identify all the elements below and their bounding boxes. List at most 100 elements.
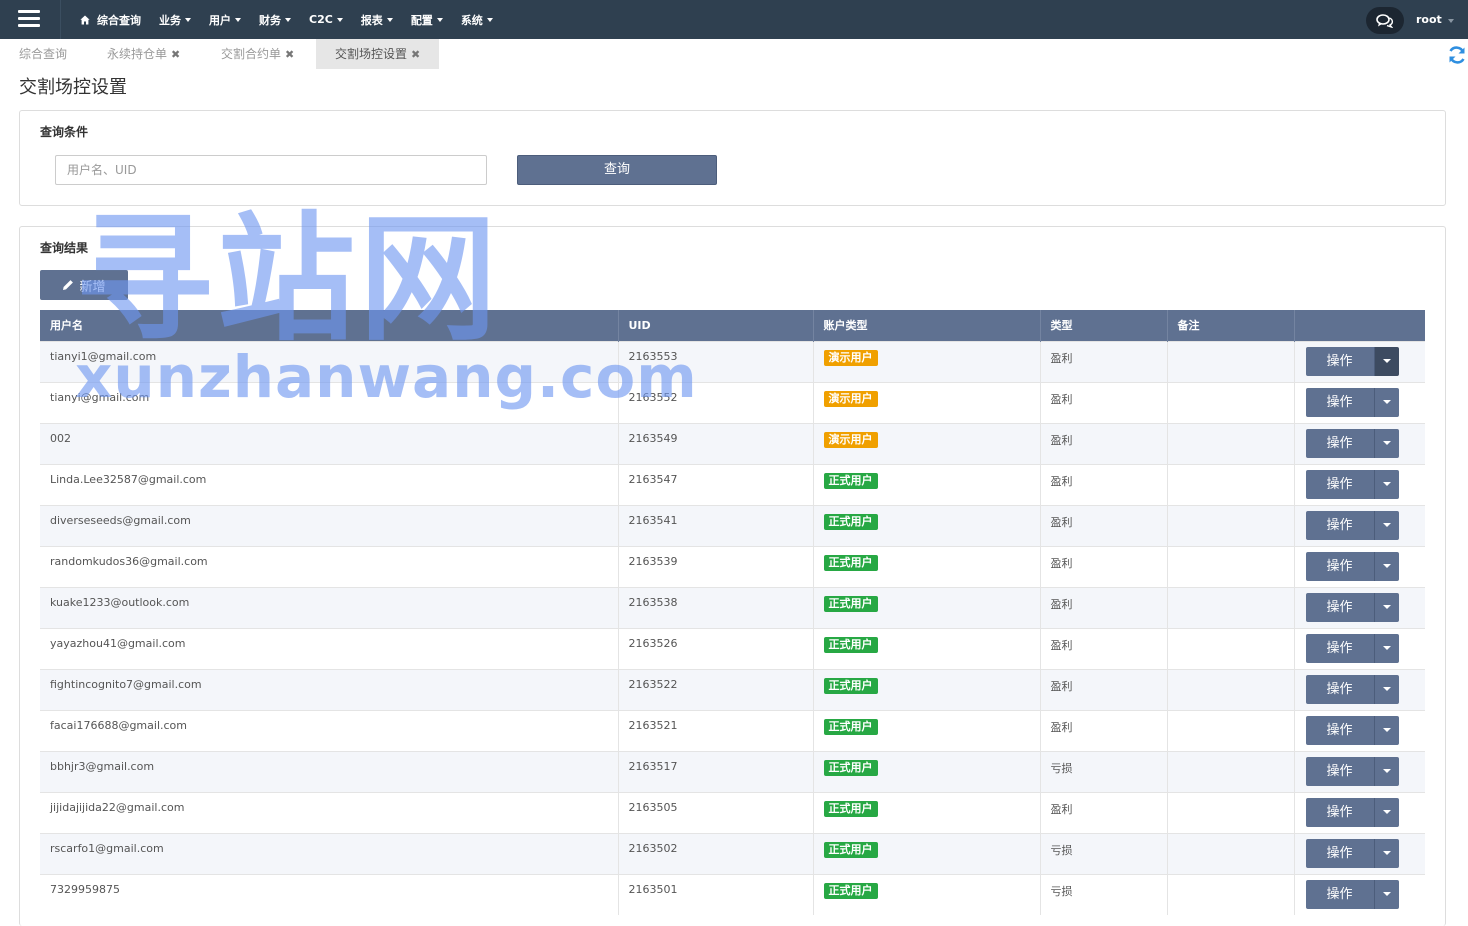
action-dropdown-toggle[interactable] bbox=[1373, 592, 1399, 622]
cell-username: 002 bbox=[40, 422, 619, 464]
close-icon[interactable]: ✖ bbox=[171, 48, 180, 61]
cell-account-type: 正式用户 bbox=[813, 586, 1041, 628]
cell-actions: 操作 bbox=[1294, 422, 1425, 464]
action-button[interactable]: 操作 bbox=[1305, 879, 1374, 909]
chat-button[interactable] bbox=[1366, 7, 1404, 34]
table-row: yayazhou41@gmail.com 2163526 正式用户 盈利 操作 bbox=[40, 627, 1426, 669]
action-button[interactable]: 操作 bbox=[1305, 387, 1374, 417]
action-button[interactable]: 操作 bbox=[1305, 715, 1374, 745]
close-icon[interactable]: ✖ bbox=[285, 48, 294, 61]
action-button[interactable]: 操作 bbox=[1305, 428, 1374, 458]
nav-item-reports[interactable]: 报表 bbox=[361, 12, 393, 28]
account-type-badge: 演示用户 bbox=[823, 390, 878, 407]
cell-actions: 操作 bbox=[1294, 463, 1425, 505]
table-row: diverseseeds@gmail.com 2163541 正式用户 盈利 操作 bbox=[40, 504, 1425, 546]
cell-type: 盈利 bbox=[1040, 504, 1168, 546]
nav-item-config[interactable]: 配置 bbox=[411, 12, 443, 28]
action-button-group: 操作 bbox=[1305, 715, 1426, 745]
tab-perpetual-positions[interactable]: 永续持仓单 ✖ bbox=[107, 39, 180, 69]
action-button[interactable]: 操作 bbox=[1305, 592, 1374, 622]
action-dropdown-toggle[interactable] bbox=[1373, 428, 1399, 458]
action-button[interactable]: 操作 bbox=[1305, 469, 1374, 499]
action-dropdown-toggle[interactable] bbox=[1373, 469, 1399, 499]
refresh-icon[interactable] bbox=[1447, 45, 1467, 65]
account-type-badge: 正式用户 bbox=[823, 472, 878, 489]
cell-note bbox=[1167, 545, 1295, 587]
add-button[interactable]: 新增 bbox=[40, 270, 128, 300]
page-tabs: 综合查询 永续持仓单 ✖ 交割合约单 ✖ 交割场控设置 ✖ bbox=[0, 39, 1468, 69]
cell-username: tianyi1@gmail.com bbox=[40, 340, 619, 382]
nav-item-finance[interactable]: 财务 bbox=[259, 12, 291, 28]
nav-item-users[interactable]: 用户 bbox=[209, 12, 241, 28]
cell-username: diverseseeds@gmail.com bbox=[40, 504, 619, 546]
nav-item-business[interactable]: 业务 bbox=[159, 12, 191, 28]
action-button[interactable]: 操作 bbox=[1305, 346, 1374, 376]
search-input[interactable] bbox=[55, 155, 487, 185]
pencil-icon bbox=[63, 280, 74, 290]
cell-uid: 2163547 bbox=[618, 463, 814, 505]
action-button[interactable]: 操作 bbox=[1305, 510, 1374, 540]
nav-item-system[interactable]: 系统 bbox=[461, 12, 493, 28]
column-header[interactable]: 账户类型 bbox=[813, 310, 1041, 341]
cell-account-type: 演示用户 bbox=[813, 422, 1041, 464]
table-row: jijidajijida22@gmail.com 2163505 正式用户 盈利 操作 bbox=[40, 791, 1426, 833]
cell-note bbox=[1167, 381, 1295, 423]
cell-username: tianyi@gmail.com bbox=[40, 381, 619, 423]
action-dropdown-toggle[interactable] bbox=[1373, 838, 1399, 868]
action-dropdown-toggle[interactable] bbox=[1373, 510, 1399, 540]
cell-note bbox=[1167, 504, 1295, 546]
action-button[interactable]: 操作 bbox=[1305, 674, 1374, 704]
caret-down-icon bbox=[336, 17, 343, 22]
nav-item-label: 报表 bbox=[360, 13, 383, 27]
cell-username: randomkudos36@gmail.com bbox=[40, 545, 619, 587]
tab-delivery-control[interactable]: 交割场控设置 ✖ bbox=[316, 39, 440, 69]
column-header[interactable]: 备注 bbox=[1167, 310, 1295, 341]
caret-down-icon[interactable] bbox=[1448, 19, 1454, 23]
table-row: 7329959875 2163501 正式用户 亏损 操作 bbox=[40, 873, 1425, 915]
cell-note bbox=[1167, 463, 1295, 505]
action-button-group: 操作 bbox=[1305, 838, 1426, 868]
caret-down-icon bbox=[1382, 523, 1391, 527]
cell-account-type: 演示用户 bbox=[813, 381, 1041, 423]
table-row: facai176688@gmail.com 2163521 正式用户 盈利 操作 bbox=[40, 709, 1426, 751]
caret-down-icon bbox=[1382, 810, 1391, 814]
nav-item-label: 用户 bbox=[209, 13, 231, 27]
action-dropdown-toggle[interactable] bbox=[1373, 346, 1399, 376]
cell-note bbox=[1167, 873, 1295, 915]
table-row: Linda.Lee32587@gmail.com 2163547 正式用户 盈利 操作 bbox=[40, 463, 1425, 505]
user-menu[interactable]: root bbox=[1416, 13, 1442, 26]
action-button-group: 操作 bbox=[1305, 633, 1426, 663]
action-button[interactable]: 操作 bbox=[1305, 797, 1374, 827]
action-button[interactable]: 操作 bbox=[1305, 633, 1374, 663]
action-dropdown-toggle[interactable] bbox=[1373, 756, 1399, 786]
home-icon bbox=[80, 15, 90, 24]
hamburger-menu-icon[interactable] bbox=[18, 10, 40, 28]
nav-item-overview[interactable]: 综合查询 bbox=[80, 12, 141, 28]
main-nav: 综合查询 业务 用户 财务 C2C 报表 配置 系统 bbox=[80, 0, 511, 39]
account-type-badge: 正式用户 bbox=[823, 800, 878, 817]
query-button[interactable]: 查询 bbox=[517, 155, 717, 185]
action-dropdown-toggle[interactable] bbox=[1373, 797, 1399, 827]
column-header[interactable]: 类型 bbox=[1040, 310, 1168, 341]
action-dropdown-toggle[interactable] bbox=[1373, 551, 1399, 581]
action-dropdown-toggle[interactable] bbox=[1373, 633, 1399, 663]
action-dropdown-toggle[interactable] bbox=[1373, 715, 1399, 745]
close-icon[interactable]: ✖ bbox=[411, 48, 420, 61]
column-header[interactable]: UID bbox=[618, 310, 814, 341]
action-button[interactable]: 操作 bbox=[1305, 756, 1374, 786]
cell-username: fightincognito7@gmail.com bbox=[40, 668, 619, 710]
action-button-group: 操作 bbox=[1305, 797, 1426, 827]
cell-account-type: 正式用户 bbox=[813, 832, 1041, 874]
cell-uid: 2163541 bbox=[618, 504, 814, 546]
cell-type: 盈利 bbox=[1040, 668, 1168, 710]
column-header[interactable]: 用户名 bbox=[40, 310, 619, 341]
nav-item-c2c[interactable]: C2C bbox=[309, 13, 343, 26]
tab-delivery-orders[interactable]: 交割合约单 ✖ bbox=[221, 39, 294, 69]
action-button[interactable]: 操作 bbox=[1305, 551, 1374, 581]
cell-type: 盈利 bbox=[1040, 586, 1168, 628]
action-button[interactable]: 操作 bbox=[1305, 838, 1374, 868]
action-dropdown-toggle[interactable] bbox=[1373, 387, 1399, 417]
action-dropdown-toggle[interactable] bbox=[1373, 879, 1399, 909]
tab-overview[interactable]: 综合查询 bbox=[19, 39, 67, 69]
action-dropdown-toggle[interactable] bbox=[1373, 674, 1399, 704]
